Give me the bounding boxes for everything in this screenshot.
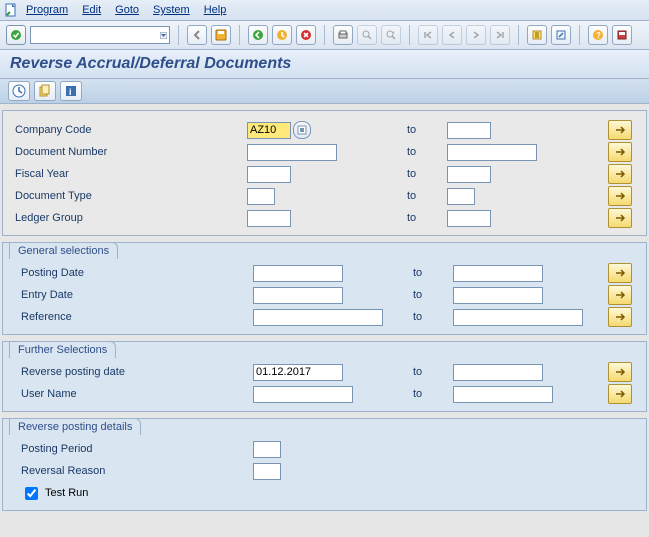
menu-system[interactable]: System bbox=[153, 4, 190, 16]
find-button[interactable] bbox=[357, 25, 377, 45]
document-number-to[interactable] bbox=[447, 144, 537, 161]
multiple-selection-button[interactable] bbox=[608, 285, 632, 305]
document-type-to[interactable] bbox=[447, 188, 475, 205]
enter-button[interactable] bbox=[6, 25, 26, 45]
to-label: to bbox=[413, 388, 453, 400]
svg-text:+: + bbox=[392, 30, 395, 36]
company-code-to[interactable] bbox=[447, 122, 491, 139]
label-entry-date: Entry Date bbox=[15, 289, 253, 301]
posting-period-input[interactable] bbox=[253, 441, 281, 458]
ledger-group-from[interactable] bbox=[247, 210, 291, 227]
label-posting-date: Posting Date bbox=[15, 267, 253, 279]
to-label: to bbox=[407, 168, 447, 180]
back-arrow-button[interactable] bbox=[248, 25, 268, 45]
reference-from[interactable] bbox=[253, 309, 383, 326]
multiple-selection-button[interactable] bbox=[608, 208, 632, 228]
multiple-selection-button[interactable] bbox=[608, 120, 632, 140]
group-further-selections: Further Selections bbox=[9, 341, 116, 358]
reference-to[interactable] bbox=[453, 309, 583, 326]
print-button[interactable] bbox=[333, 25, 353, 45]
menu-goto[interactable]: Goto bbox=[115, 4, 139, 16]
save-button[interactable] bbox=[211, 25, 231, 45]
menu: Program Edit Goto System Help bbox=[22, 4, 226, 16]
posting-date-from[interactable] bbox=[253, 265, 343, 282]
group-reverse-posting-details: Reverse posting details bbox=[9, 418, 141, 435]
posting-date-to[interactable] bbox=[453, 265, 543, 282]
multiple-selection-button[interactable] bbox=[608, 307, 632, 327]
program-docu-button[interactable]: i bbox=[60, 81, 82, 101]
label-reference: Reference bbox=[15, 311, 253, 323]
label-document-type: Document Type bbox=[15, 190, 247, 202]
label-test-run: Test Run bbox=[45, 487, 88, 499]
group-general-selections: General selections bbox=[9, 242, 118, 259]
multiple-selection-button[interactable] bbox=[608, 142, 632, 162]
fiscal-year-to[interactable] bbox=[447, 166, 491, 183]
page-title: Reverse Accrual/Deferral Documents bbox=[10, 55, 291, 73]
to-label: to bbox=[413, 289, 453, 301]
dropdown-icon bbox=[160, 32, 167, 39]
label-fiscal-year: Fiscal Year bbox=[15, 168, 247, 180]
label-posting-period: Posting Period bbox=[15, 443, 253, 455]
to-label: to bbox=[413, 366, 453, 378]
svg-text:i: i bbox=[69, 87, 72, 97]
ledger-group-to[interactable] bbox=[447, 210, 491, 227]
cancel-button[interactable] bbox=[296, 25, 316, 45]
label-user-name: User Name bbox=[15, 388, 253, 400]
menu-help[interactable]: Help bbox=[204, 4, 227, 16]
svg-text:?: ? bbox=[596, 31, 601, 40]
entry-date-from[interactable] bbox=[253, 287, 343, 304]
title-band: Reverse Accrual/Deferral Documents bbox=[0, 50, 649, 79]
app-icon bbox=[4, 3, 18, 17]
fiscal-year-from[interactable] bbox=[247, 166, 291, 183]
get-variant-button[interactable] bbox=[34, 81, 56, 101]
to-label: to bbox=[407, 146, 447, 158]
last-page-button[interactable] bbox=[490, 25, 510, 45]
multiple-selection-button[interactable] bbox=[608, 263, 632, 283]
next-page-button[interactable] bbox=[466, 25, 486, 45]
new-shortcut-button[interactable] bbox=[551, 25, 571, 45]
standard-toolbar: + ? bbox=[0, 21, 649, 50]
multiple-selection-button[interactable] bbox=[608, 186, 632, 206]
test-run-checkbox[interactable] bbox=[25, 487, 38, 500]
execute-button[interactable] bbox=[8, 81, 30, 101]
to-label: to bbox=[407, 124, 447, 136]
f4-help-button[interactable] bbox=[293, 121, 311, 139]
document-number-from[interactable] bbox=[247, 144, 337, 161]
reversal-reason-input[interactable] bbox=[253, 463, 281, 480]
entry-date-to[interactable] bbox=[453, 287, 543, 304]
to-label: to bbox=[413, 267, 453, 279]
user-name-to[interactable] bbox=[453, 386, 553, 403]
menu-edit[interactable]: Edit bbox=[82, 4, 101, 16]
company-code-from[interactable] bbox=[247, 122, 291, 139]
menu-bar: Program Edit Goto System Help bbox=[0, 0, 649, 21]
label-document-number: Document Number bbox=[15, 146, 247, 158]
multiple-selection-button[interactable] bbox=[608, 362, 632, 382]
multiple-selection-button[interactable] bbox=[608, 164, 632, 184]
multiple-selection-button[interactable] bbox=[608, 384, 632, 404]
new-session-button[interactable] bbox=[527, 25, 547, 45]
find-next-button[interactable]: + bbox=[381, 25, 401, 45]
help-button[interactable]: ? bbox=[588, 25, 608, 45]
exit-button[interactable] bbox=[272, 25, 292, 45]
menu-program[interactable]: Program bbox=[26, 4, 68, 16]
app-toolbar: i bbox=[0, 79, 649, 104]
local-layout-button[interactable] bbox=[612, 25, 632, 45]
user-name-from[interactable] bbox=[253, 386, 353, 403]
back-button[interactable] bbox=[187, 25, 207, 45]
to-label: to bbox=[413, 311, 453, 323]
label-company-code: Company Code bbox=[15, 124, 247, 136]
prev-page-button[interactable] bbox=[442, 25, 462, 45]
document-type-from[interactable] bbox=[247, 188, 275, 205]
first-page-button[interactable] bbox=[418, 25, 438, 45]
reverse-posting-date-from[interactable] bbox=[253, 364, 343, 381]
label-reverse-posting-date: Reverse posting date bbox=[15, 366, 253, 378]
selection-screen: Company Code to Document Number to Fisca… bbox=[0, 104, 649, 537]
label-ledger-group: Ledger Group bbox=[15, 212, 247, 224]
to-label: to bbox=[407, 190, 447, 202]
to-label: to bbox=[407, 212, 447, 224]
label-reversal-reason: Reversal Reason bbox=[15, 465, 253, 477]
reverse-posting-date-to[interactable] bbox=[453, 364, 543, 381]
command-field[interactable] bbox=[30, 26, 170, 44]
